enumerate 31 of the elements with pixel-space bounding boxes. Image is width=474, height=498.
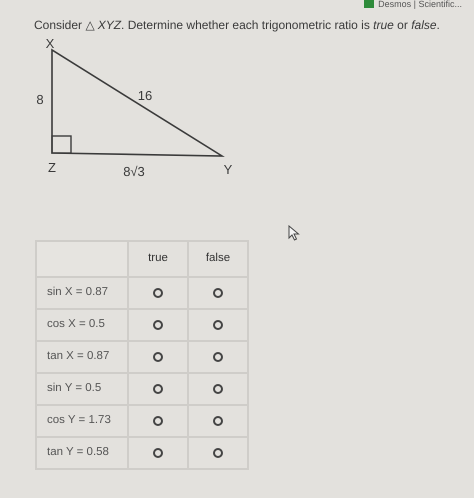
radio-button[interactable]	[153, 352, 163, 362]
ratio-statement: sin Y = 0.5	[36, 373, 128, 405]
vertex-label: Y	[224, 162, 232, 177]
ratio-statement: sin X = 0.87	[36, 277, 128, 309]
side-length: 16	[138, 88, 152, 103]
radio-button[interactable]	[153, 384, 163, 394]
column-header: true	[128, 241, 188, 277]
ratio-statement: cos X = 0.5	[36, 309, 128, 341]
radio-button[interactable]	[213, 416, 223, 426]
ratio-statement: tan Y = 0.58	[36, 437, 128, 469]
radio-button[interactable]	[213, 352, 223, 362]
column-header: false	[188, 241, 248, 277]
vertex-label: Z	[48, 160, 56, 175]
mouse-cursor-icon	[288, 225, 300, 241]
ratio-statement: cos Y = 1.73	[36, 405, 128, 437]
side-length: 8	[36, 92, 44, 107]
right-angle-mark	[51, 135, 72, 154]
side-length: 8√3	[123, 164, 145, 179]
radio-button[interactable]	[213, 320, 223, 330]
ratio-statement: tan X = 0.87	[36, 341, 128, 373]
radio-button[interactable]	[153, 416, 163, 426]
radio-button[interactable]	[213, 448, 223, 458]
vertex-label: X	[46, 38, 54, 51]
radio-button[interactable]	[213, 384, 223, 394]
radio-button[interactable]	[153, 448, 163, 458]
question-prompt: Consider △ XYZ. Determine whether each trigonometric ratio is true or false.	[34, 17, 441, 34]
bookmark-favicon-icon	[364, 0, 374, 8]
radio-button[interactable]	[153, 320, 163, 330]
bookmark-link[interactable]: Desmos | Scientific...	[378, 0, 462, 8]
radio-button[interactable]	[213, 288, 223, 298]
radio-button[interactable]	[153, 288, 163, 298]
